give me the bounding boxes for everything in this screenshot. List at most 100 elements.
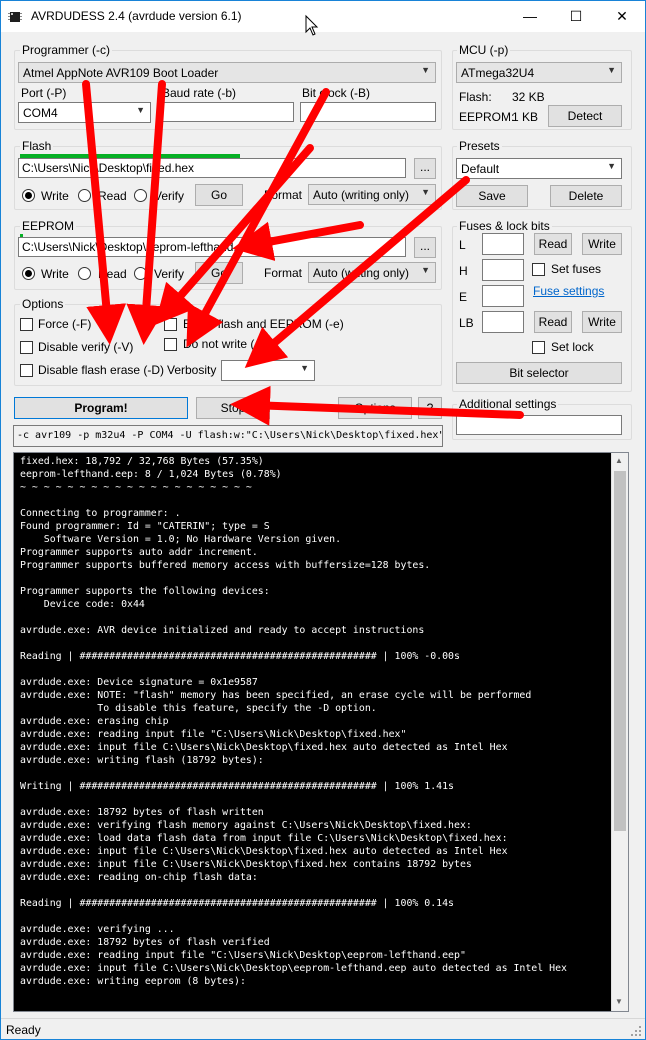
- bitclock-label: Bit clock (-B): [302, 86, 371, 100]
- flash-format-select[interactable]: Auto (writing only) ▼: [308, 184, 436, 205]
- eeprom-format-select[interactable]: Auto (writing only) ▼: [308, 262, 436, 283]
- fuse-h-input[interactable]: [482, 259, 524, 281]
- fuse-l-label: L: [459, 238, 466, 252]
- flash-size-value: 32 KB: [512, 90, 545, 104]
- erase-label: Erase flash and EEPROM (-e): [183, 317, 344, 331]
- fuse-lb-input[interactable]: [482, 311, 524, 333]
- programmer-select[interactable]: Atmel AppNote AVR109 Boot Loader ▼: [18, 62, 436, 83]
- bit-selector-button[interactable]: Bit selector: [456, 362, 622, 384]
- eeprom-format-value: Auto (writing only): [313, 266, 410, 280]
- baud-label: Baud rate (-b): [162, 86, 237, 100]
- fuse-l-write-button[interactable]: Write: [582, 233, 622, 255]
- disable-verify-label: Disable verify (-V): [38, 340, 134, 354]
- detect-button[interactable]: Detect: [548, 105, 622, 127]
- scrollbar-thumb[interactable]: [614, 471, 626, 831]
- chevron-down-icon: ▼: [421, 187, 430, 197]
- bitclock-input[interactable]: [300, 102, 436, 122]
- port-label: Port (-P): [21, 86, 67, 100]
- eeprom-size-value: 1 KB: [512, 110, 539, 124]
- set-lock-checkbox[interactable]: [532, 341, 545, 354]
- additional-settings-label: Additional settings: [457, 397, 559, 411]
- flash-file-input[interactable]: C:\Users\Nick\Desktop\fixed.hex: [18, 158, 406, 178]
- close-button[interactable]: ✕: [599, 1, 645, 32]
- eeprom-verify-label: Verify: [154, 267, 185, 281]
- flash-browse-button[interactable]: ...: [414, 158, 436, 179]
- fuse-l-read-button[interactable]: Read: [534, 233, 572, 255]
- eeprom-browse-button[interactable]: ...: [414, 237, 436, 258]
- console-text: fixed.hex: 18,792 / 32,768 Bytes (57.35%…: [20, 456, 567, 987]
- fuse-l-input[interactable]: [482, 233, 524, 255]
- preset-save-button[interactable]: Save: [456, 185, 528, 207]
- presets-select[interactable]: Default ▼: [456, 158, 622, 179]
- options-button[interactable]: Options: [338, 397, 412, 419]
- set-lock-label: Set lock: [551, 340, 594, 354]
- chevron-down-icon: ▼: [300, 363, 309, 373]
- chevron-down-icon: ▼: [421, 65, 430, 75]
- help-button[interactable]: ?: [418, 397, 442, 419]
- minimize-button[interactable]: —: [507, 1, 553, 32]
- flash-read-label: Read: [98, 189, 127, 203]
- fuses-group-label: Fuses & lock bits: [457, 219, 552, 233]
- chevron-down-icon: ▼: [607, 65, 616, 75]
- chevron-down-icon: ▼: [607, 161, 616, 171]
- command-line-field[interactable]: -c avr109 -p m32u4 -P COM4 -U flash:w:"C…: [13, 425, 443, 447]
- window-title: AVRDUDESS 2.4 (avrdude version 6.1): [31, 9, 242, 23]
- eeprom-write-label: Write: [41, 267, 69, 281]
- flash-verify-radio[interactable]: [134, 189, 147, 202]
- maximize-button[interactable]: ☐: [553, 1, 599, 32]
- fuse-e-input[interactable]: [482, 285, 524, 307]
- console-scrollbar[interactable]: ▲ ▼: [611, 453, 628, 1011]
- eeprom-write-radio[interactable]: [22, 267, 35, 280]
- erase-checkbox[interactable]: [164, 318, 177, 331]
- port-select[interactable]: COM4 ▼: [18, 102, 151, 123]
- eeprom-verify-radio[interactable]: [134, 267, 147, 280]
- baud-input[interactable]: [160, 102, 294, 122]
- verbosity-select[interactable]: ▼: [221, 360, 315, 381]
- set-fuses-checkbox[interactable]: [532, 263, 545, 276]
- presets-group-label: Presets: [457, 139, 502, 153]
- console-output[interactable]: fixed.hex: 18,792 / 32,768 Bytes (57.35%…: [13, 452, 629, 1012]
- set-fuses-label: Set fuses: [551, 262, 602, 276]
- mcu-selected-value: ATmega32U4: [461, 66, 535, 80]
- eeprom-size-label: EEPROM:: [459, 110, 515, 124]
- title-bar: AVRDUDESS 2.4 (avrdude version 6.1) — ☐ …: [0, 0, 646, 32]
- do-not-write-checkbox[interactable]: [164, 338, 177, 351]
- fuse-lb-label: LB: [459, 316, 474, 330]
- flash-read-radio[interactable]: [78, 189, 91, 202]
- flash-go-button[interactable]: Go: [195, 184, 243, 206]
- additional-settings-input[interactable]: [456, 415, 622, 435]
- verbosity-label: Verbosity: [167, 363, 217, 377]
- fuse-settings-link[interactable]: Fuse settings: [533, 284, 604, 298]
- flash-size-label: Flash:: [459, 90, 492, 104]
- programmer-group-label: Programmer (-c): [20, 43, 113, 57]
- preset-delete-button[interactable]: Delete: [550, 185, 622, 207]
- eeprom-format-label: Format: [264, 266, 303, 280]
- chevron-down-icon: ▼: [136, 105, 145, 115]
- disable-flash-erase-label: Disable flash erase (-D): [38, 363, 165, 377]
- flash-group-label: Flash: [20, 139, 54, 153]
- disable-flash-erase-checkbox[interactable]: [20, 364, 33, 377]
- do-not-write-label: Do not write (-n): [183, 337, 270, 351]
- flash-format-label: Format: [264, 188, 303, 202]
- eeprom-read-label: Read: [98, 267, 127, 281]
- scroll-down-icon[interactable]: ▼: [615, 997, 623, 1006]
- resize-grip-icon[interactable]: [630, 1025, 642, 1037]
- eeprom-read-radio[interactable]: [78, 267, 91, 280]
- disable-verify-checkbox[interactable]: [20, 341, 33, 354]
- fuse-e-label: E: [459, 290, 468, 304]
- force-checkbox[interactable]: [20, 318, 33, 331]
- eeprom-go-button[interactable]: Go: [195, 262, 243, 284]
- status-bar: Ready: [1, 1018, 645, 1039]
- fuse-lb-write-button[interactable]: Write: [582, 311, 622, 333]
- scroll-up-icon[interactable]: ▲: [615, 456, 623, 465]
- port-value: COM4: [23, 106, 58, 120]
- status-text: Ready: [6, 1023, 41, 1037]
- program-button[interactable]: Program!: [14, 397, 188, 419]
- eeprom-file-input[interactable]: C:\Users\Nick\Desktop\eeprom-lefthand.ee…: [18, 237, 406, 257]
- stop-button[interactable]: Stop: [196, 397, 270, 419]
- force-label: Force (-F): [38, 317, 92, 331]
- options-group-label: Options: [20, 297, 66, 311]
- fuse-lb-read-button[interactable]: Read: [534, 311, 572, 333]
- flash-write-radio[interactable]: [22, 189, 35, 202]
- mcu-select[interactable]: ATmega32U4 ▼: [456, 62, 622, 83]
